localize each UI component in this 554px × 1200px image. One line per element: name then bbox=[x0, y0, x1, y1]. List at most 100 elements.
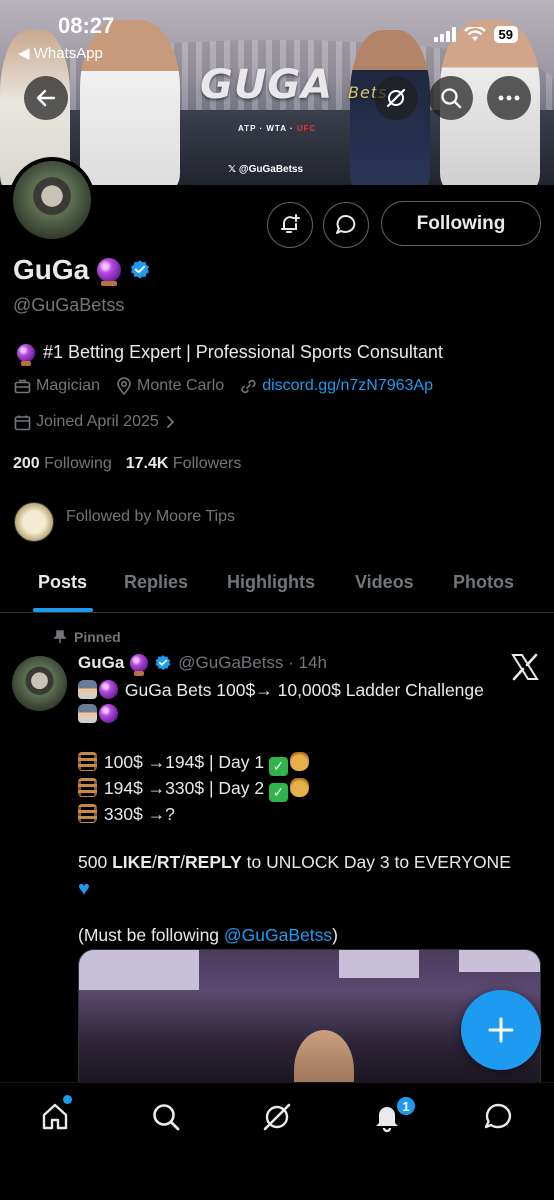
joined-text: Joined April 2025 bbox=[36, 413, 159, 430]
unlock-count: 500 bbox=[78, 852, 108, 872]
following-button[interactable]: Following bbox=[381, 201, 541, 246]
post-author-name[interactable]: GuGa bbox=[78, 653, 124, 673]
bio-text: #1 Betting Expert | Professional Sports … bbox=[43, 342, 443, 362]
back-arrow-icon bbox=[36, 89, 56, 107]
grok-button[interactable] bbox=[374, 76, 418, 120]
compose-button[interactable] bbox=[461, 990, 541, 1070]
location-text: Monte Carlo bbox=[137, 377, 225, 394]
ladder-emoji bbox=[78, 804, 97, 823]
check-mark-emoji: ✓ bbox=[268, 757, 288, 776]
post-handle-time: @GuGaBetss · 14h bbox=[178, 653, 327, 672]
tab-photos[interactable]: Photos bbox=[453, 558, 514, 593]
active-tab-indicator bbox=[33, 608, 93, 612]
media-stripe bbox=[339, 950, 419, 978]
followed-by-avatar[interactable] bbox=[14, 502, 54, 542]
category-text: Magician bbox=[36, 377, 101, 394]
verified-icon[interactable] bbox=[129, 259, 151, 281]
ladder-emoji bbox=[78, 752, 97, 771]
search-button[interactable] bbox=[429, 76, 473, 120]
nav-grok[interactable] bbox=[259, 1099, 295, 1135]
profile-tabs: Posts Replies Highlights Videos Photos bbox=[0, 558, 554, 613]
follow-note-end: ) bbox=[332, 925, 338, 945]
back-to-whatsapp[interactable]: ◀ WhatsApp bbox=[18, 44, 103, 62]
unlock-rest: to UNLOCK Day 3 to EVERYONE bbox=[241, 852, 511, 872]
pinned-label: Pinned bbox=[54, 629, 121, 645]
post-line-heart: ♥ bbox=[78, 874, 540, 899]
blue-heart-emoji: ♥ bbox=[78, 878, 90, 900]
mail-icon bbox=[484, 1103, 512, 1129]
nav-home[interactable] bbox=[37, 1099, 73, 1135]
banner-sponsors: ATP · WTA · UFC bbox=[238, 124, 317, 133]
post-line-day1: 100$ →194$ | Day 1 ✓ bbox=[78, 750, 540, 776]
profile-meta: Magician Monte Carlo discord.gg/n7zN7963… bbox=[14, 377, 433, 395]
post-avatar[interactable] bbox=[12, 656, 67, 711]
tab-posts[interactable]: Posts bbox=[38, 558, 87, 593]
location-icon bbox=[117, 377, 131, 395]
message-button[interactable] bbox=[323, 202, 369, 248]
profile-category: Magician bbox=[14, 377, 100, 395]
profile-joined[interactable]: Joined April 2025 bbox=[14, 413, 176, 431]
money-bag-emoji bbox=[289, 778, 309, 797]
day1-text: 100$ →194$ | Day 1 bbox=[103, 752, 265, 772]
status-indicators: 59 bbox=[433, 26, 518, 43]
followers-count-link[interactable]: 17.4K Followers bbox=[126, 455, 242, 473]
post-title-text: GuGa Bets 100$→ 10,000$ Ladder Challenge bbox=[124, 680, 484, 700]
link-text[interactable]: discord.gg/n7zN7963Ap bbox=[262, 377, 433, 395]
grok-nav-icon bbox=[263, 1103, 291, 1131]
follow-note-start: (Must be following bbox=[78, 925, 224, 945]
unlock-rt: RT bbox=[156, 852, 181, 872]
profile-avatar[interactable] bbox=[9, 157, 95, 243]
crystal-ball-emoji bbox=[130, 654, 149, 676]
day3-text: 330$ →? bbox=[103, 804, 175, 824]
post-line-follow: (Must be following @GuGaBetss) bbox=[78, 923, 540, 947]
banner-logo: GUGA Bets bbox=[200, 62, 388, 108]
crystal-ball-emoji bbox=[17, 343, 35, 366]
more-button[interactable] bbox=[487, 76, 531, 120]
money-bag-emoji bbox=[289, 752, 309, 771]
signal-icon bbox=[433, 27, 456, 42]
tab-replies[interactable]: Replies bbox=[124, 558, 188, 593]
search-icon bbox=[441, 88, 462, 109]
back-button[interactable] bbox=[24, 76, 68, 120]
notifications-toggle-button[interactable] bbox=[267, 202, 313, 248]
post-body[interactable]: GuGa Bets 100$→ 10,000$ Ladder Challenge… bbox=[78, 678, 540, 947]
post-spacer bbox=[78, 826, 540, 850]
profile-bio: #1 Betting Expert | Professional Sports … bbox=[17, 342, 443, 366]
search-icon bbox=[153, 1104, 180, 1131]
nav-messages[interactable] bbox=[480, 1099, 516, 1135]
followed-by-text[interactable]: Followed by Moore Tips bbox=[66, 508, 235, 526]
verified-icon bbox=[155, 655, 171, 671]
follow-counts: 200 Following 17.4K Followers bbox=[13, 455, 241, 473]
post-spacer bbox=[78, 726, 540, 750]
calendar-icon bbox=[14, 415, 31, 430]
post-line-unlock: 500 LIKE/RT/REPLY to UNLOCK Day 3 to EVE… bbox=[78, 850, 540, 874]
more-icon bbox=[498, 95, 520, 101]
following-count-link[interactable]: 200 Following bbox=[13, 455, 112, 473]
briefcase-icon bbox=[14, 379, 31, 393]
bottom-navigation bbox=[0, 1082, 554, 1200]
media-stripe bbox=[459, 950, 540, 972]
home-unread-dot bbox=[63, 1095, 72, 1104]
profile-location: Monte Carlo bbox=[116, 377, 224, 395]
post-line-emojis bbox=[78, 702, 540, 726]
post-mention-link[interactable]: @GuGaBetss bbox=[224, 925, 332, 945]
crystal-ball-emoji bbox=[99, 680, 118, 699]
tab-highlights[interactable]: Highlights bbox=[227, 558, 315, 593]
pin-icon bbox=[54, 630, 66, 643]
media-stripe bbox=[79, 950, 199, 990]
profile-link[interactable]: discord.gg/n7zN7963Ap bbox=[240, 377, 433, 395]
mage-emoji bbox=[78, 680, 97, 699]
plus-icon bbox=[488, 1017, 514, 1043]
check-mark-emoji: ✓ bbox=[268, 783, 288, 802]
crystal-ball-emoji bbox=[97, 258, 122, 286]
media-person bbox=[294, 1030, 354, 1088]
profile-display-name: GuGa bbox=[13, 254, 90, 285]
tab-videos[interactable]: Videos bbox=[355, 558, 414, 593]
profile-handle: @GuGaBetss bbox=[13, 295, 125, 315]
post-spacer bbox=[78, 899, 540, 923]
link-icon bbox=[241, 379, 256, 393]
post-header: GuGa @GuGaBetss · 14h bbox=[78, 653, 327, 676]
grok-icon bbox=[386, 88, 406, 108]
nav-search[interactable] bbox=[148, 1099, 184, 1135]
battery-indicator: 59 bbox=[493, 26, 518, 43]
